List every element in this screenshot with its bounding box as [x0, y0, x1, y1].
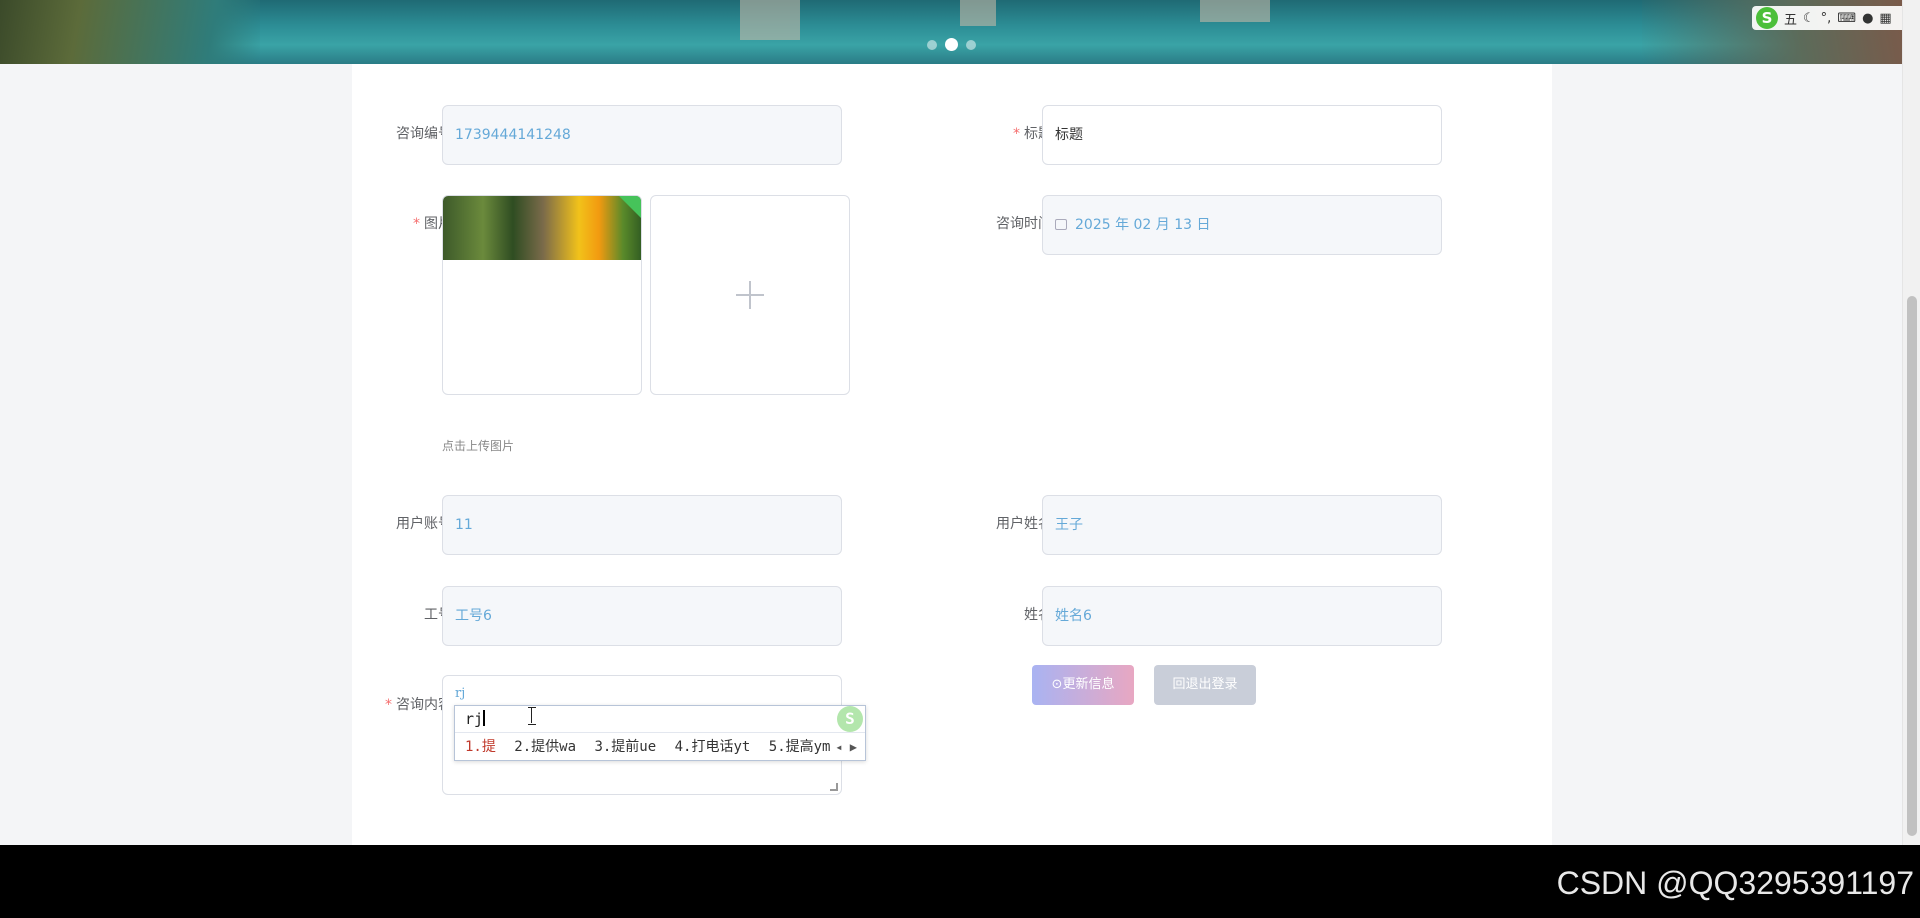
- carousel-dot[interactable]: [926, 39, 937, 50]
- calendar-icon: [1055, 219, 1067, 230]
- scrollbar-thumb[interactable]: [1907, 296, 1917, 836]
- ime-candidate[interactable]: 2.提供wa: [514, 739, 576, 755]
- upload-tip: 点击上传图片: [442, 439, 515, 453]
- update-info-button[interactable]: ⊙更新信息: [1032, 665, 1134, 705]
- banner-carousel[interactable]: [0, 0, 1902, 64]
- user-icon[interactable]: ●: [1862, 11, 1873, 26]
- user-account-field[interactable]: 11: [442, 495, 842, 555]
- title-input[interactable]: 标题: [1042, 105, 1442, 165]
- vegetable-thumbnail: [443, 196, 641, 260]
- ime-divider: [455, 732, 865, 733]
- consult-time-label: 咨询时间: [996, 216, 1052, 232]
- consult-no-label: 咨询编号: [396, 126, 452, 142]
- ime-candidate[interactable]: 1.提: [465, 739, 496, 755]
- mouse-ibeam-cursor-icon: [528, 707, 536, 725]
- page-scrollbar[interactable]: [1902, 0, 1920, 845]
- ime-mode-label[interactable]: 五: [1784, 9, 1797, 28]
- ime-candidate[interactable]: 4.打电话yt: [675, 739, 751, 755]
- consult-time-picker[interactable]: 2025 年 02 月 13 日: [1042, 195, 1442, 255]
- name-label: 姓名: [1024, 607, 1052, 623]
- image-label: * 图片: [413, 216, 452, 232]
- ime-composition: rj: [465, 710, 486, 728]
- ime-candidate[interactable]: 5.提高ym: [769, 739, 831, 755]
- title-label: * 标题: [1013, 126, 1052, 142]
- carousel-dot-active[interactable]: [944, 38, 958, 51]
- ime-next-page-icon[interactable]: ◂ ▶: [835, 740, 857, 754]
- grid-icon[interactable]: ▦: [1879, 11, 1891, 26]
- banner-building: [740, 0, 800, 40]
- name-field[interactable]: 姓名6: [1042, 586, 1442, 646]
- carousel-dot[interactable]: [965, 39, 976, 50]
- carousel-indicators: [0, 38, 1902, 51]
- user-name-field[interactable]: 王子: [1042, 495, 1442, 555]
- image-upload-button[interactable]: [650, 195, 850, 395]
- banner-building: [960, 0, 996, 26]
- uploaded-image-card[interactable]: [442, 195, 642, 395]
- page-footer: CSDN @QQ3295391197: [0, 845, 1920, 918]
- logout-button[interactable]: 回退出登录: [1154, 665, 1256, 705]
- user-name-label: 用户姓名: [996, 516, 1052, 532]
- resize-handle[interactable]: [830, 783, 838, 791]
- work-no-field[interactable]: 工号6: [442, 586, 842, 646]
- ime-candidate-list: 1.提 2.提供wa 3.提前ue 4.打电话yt 5.提高ym: [465, 736, 840, 756]
- text-caret: [483, 710, 486, 726]
- ime-candidate[interactable]: 3.提前ue: [594, 739, 656, 755]
- sogou-watermark-icon: S: [837, 706, 863, 732]
- csdn-watermark: CSDN @QQ3295391197: [1556, 865, 1914, 901]
- banner-building: [1200, 0, 1270, 22]
- ime-candidate-window[interactable]: rj S 1.提 2.提供wa 3.提前ue 4.打电话yt 5.提高ym ◂ …: [454, 705, 866, 761]
- keyboard-icon[interactable]: ⌨: [1837, 11, 1856, 26]
- punctuation-icon[interactable]: °,: [1821, 11, 1832, 26]
- plus-icon: [736, 281, 764, 309]
- ime-toolbar[interactable]: S 五 ☾ °, ⌨ ● ▦: [1752, 6, 1912, 30]
- user-account-label: 用户账号: [396, 516, 452, 532]
- content-label: * 咨询内容: [385, 697, 452, 713]
- sogou-logo-icon[interactable]: S: [1756, 7, 1778, 29]
- consult-no-field[interactable]: 1739444141248: [442, 105, 842, 165]
- moon-icon[interactable]: ☾: [1803, 11, 1815, 26]
- banner-image-left: [0, 0, 260, 64]
- upload-success-badge: [619, 196, 641, 218]
- work-no-label: 工号: [424, 607, 452, 623]
